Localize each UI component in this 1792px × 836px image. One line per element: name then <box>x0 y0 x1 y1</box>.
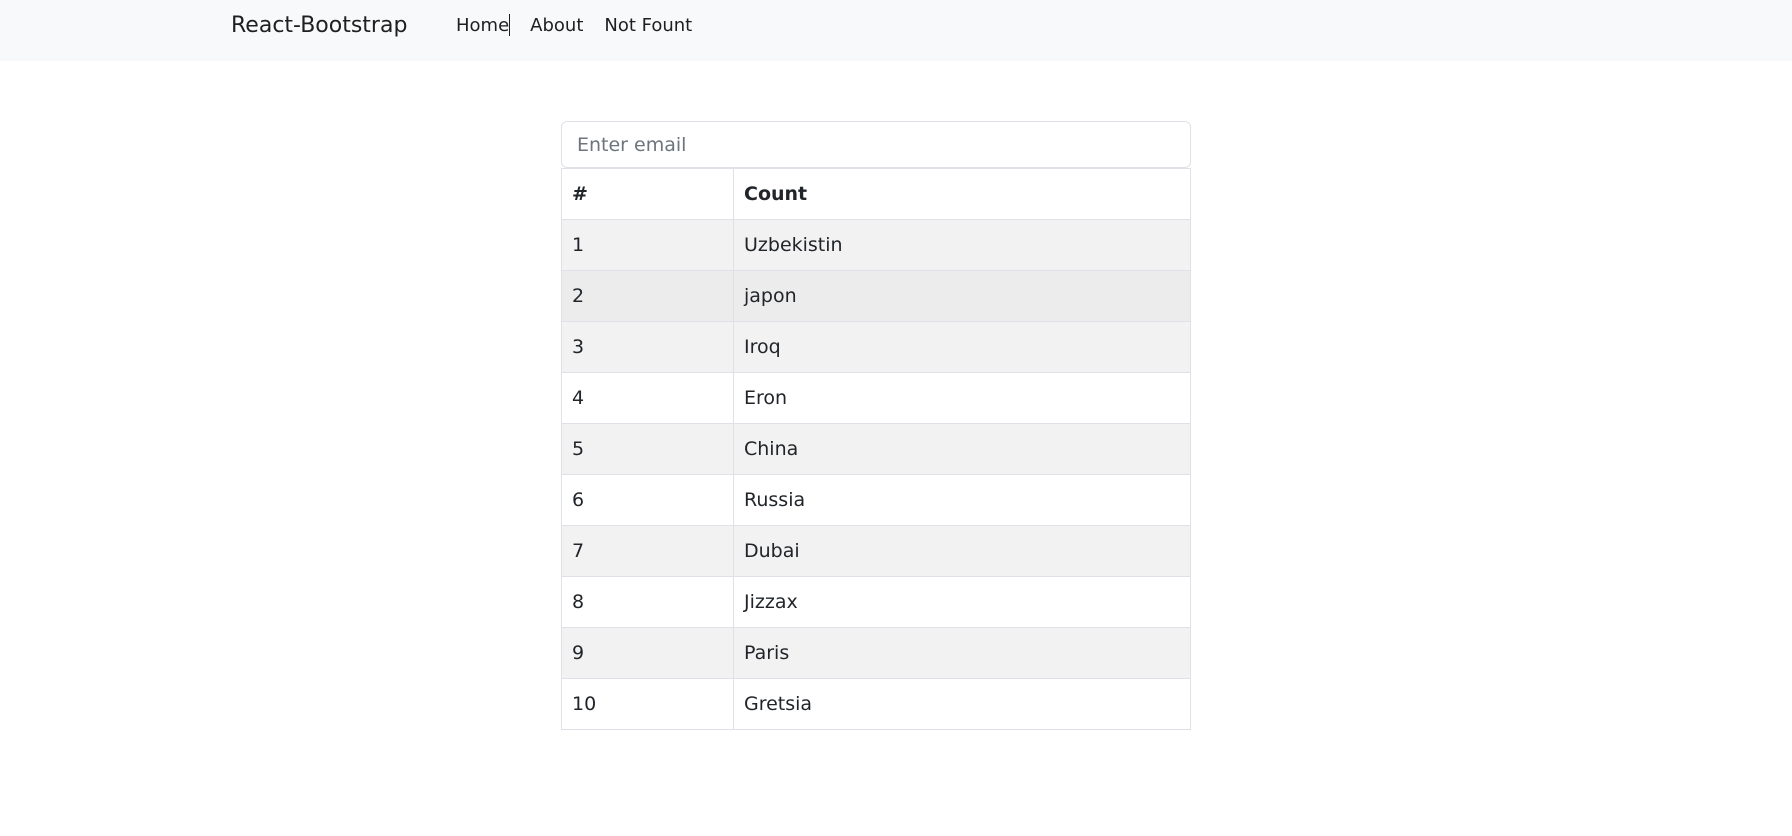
row-number: 7 <box>561 525 734 577</box>
row-name: Dubai <box>733 525 1191 577</box>
table-row[interactable]: 8 Jizzax <box>561 576 1191 628</box>
table-row[interactable]: 1 Uzbekistin <box>561 219 1191 271</box>
row-name: Iroq <box>733 321 1191 373</box>
row-number: 4 <box>561 372 734 424</box>
table-row[interactable]: 5 China <box>561 423 1191 475</box>
row-name: Uzbekistin <box>733 219 1191 271</box>
header-number: # <box>561 168 734 220</box>
row-number: 3 <box>561 321 734 373</box>
table-row[interactable]: 9 Paris <box>561 627 1191 679</box>
nav-link-about[interactable]: About <box>530 12 583 40</box>
header-count: Count <box>733 168 1191 220</box>
table-row[interactable]: 10 Gretsia <box>561 678 1191 730</box>
row-number: 10 <box>561 678 734 730</box>
row-name: Jizzax <box>733 576 1191 628</box>
row-number: 8 <box>561 576 734 628</box>
row-number: 9 <box>561 627 734 679</box>
table-row[interactable]: 4 Eron <box>561 372 1191 424</box>
row-name: Gretsia <box>733 678 1191 730</box>
row-name: japon <box>733 270 1191 322</box>
table-row[interactable]: 7 Dubai <box>561 525 1191 577</box>
table-row[interactable]: 2 japon <box>561 270 1191 322</box>
row-number: 2 <box>561 270 734 322</box>
row-name: Eron <box>733 372 1191 424</box>
table-row[interactable]: 6 Russia <box>561 474 1191 526</box>
row-name: Paris <box>733 627 1191 679</box>
countries-table: # Count 1 Uzbekistin 2 japon 3 Iroq 4 Er… <box>561 168 1191 730</box>
table-header-row: # Count <box>561 168 1191 220</box>
row-name: China <box>733 423 1191 475</box>
row-number: 5 <box>561 423 734 475</box>
nav-links: Home About Not Fount <box>456 12 713 40</box>
email-input[interactable] <box>561 121 1191 168</box>
table-row[interactable]: 3 Iroq <box>561 321 1191 373</box>
row-name: Russia <box>733 474 1191 526</box>
nav-link-not-fount[interactable]: Not Fount <box>604 12 692 40</box>
navbar: React-Bootstrap Home About Not Fount <box>0 0 1792 61</box>
navbar-brand[interactable]: React-Bootstrap <box>231 11 407 41</box>
nav-link-home[interactable]: Home <box>456 12 511 40</box>
main-container: # Count 1 Uzbekistin 2 japon 3 Iroq 4 Er… <box>561 121 1191 730</box>
row-number: 6 <box>561 474 734 526</box>
row-number: 1 <box>561 219 734 271</box>
